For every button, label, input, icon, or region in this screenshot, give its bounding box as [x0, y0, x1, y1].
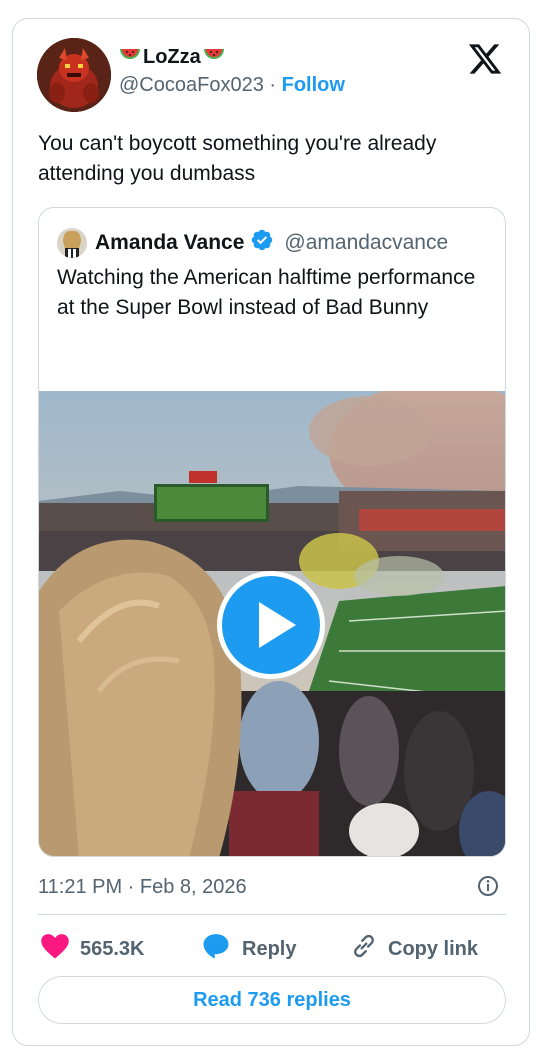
- x-logo-icon[interactable]: [467, 41, 503, 77]
- reply-bubble-icon: [200, 931, 232, 967]
- quoted-tweet[interactable]: Amanda Vance @amandacvance Watching the …: [38, 207, 506, 857]
- quoted-tweet-text: Watching the American halftime performan…: [57, 266, 476, 319]
- reply-label: Reply: [242, 937, 297, 960]
- author-avatar[interactable]: [37, 38, 111, 112]
- watermelon-icon: [119, 43, 141, 71]
- handle-separator: ·: [269, 74, 282, 96]
- author-handle[interactable]: @CocoaFox023: [119, 74, 264, 96]
- verified-badge-icon: [250, 228, 274, 257]
- author-handle-row: @CocoaFox023 · Follow: [119, 71, 345, 99]
- info-icon[interactable]: [477, 875, 499, 897]
- video-thumbnail[interactable]: [39, 391, 505, 856]
- link-icon: [350, 932, 378, 966]
- like-button[interactable]: 565.3K: [40, 931, 145, 967]
- like-count: 565.3K: [80, 937, 145, 960]
- reply-button[interactable]: Reply: [200, 931, 296, 967]
- author-display-name[interactable]: LoZza: [119, 43, 345, 71]
- play-button[interactable]: [217, 571, 325, 679]
- author-info: LoZza @CocoaFox023 · Follow: [119, 43, 345, 99]
- follow-button[interactable]: Follow: [282, 74, 345, 96]
- quoted-author-avatar[interactable]: [57, 228, 87, 258]
- divider: [38, 914, 506, 915]
- copy-link-button[interactable]: Copy link: [350, 931, 478, 967]
- action-bar: 565.3K Reply Copy link: [38, 931, 506, 967]
- heart-icon: [40, 932, 70, 966]
- quoted-author-handle[interactable]: @amandacvance: [284, 231, 448, 255]
- copy-link-label: Copy link: [388, 937, 479, 960]
- quoted-header: Amanda Vance @amandacvance: [95, 228, 448, 257]
- watermelon-icon: [203, 43, 225, 71]
- read-replies-button[interactable]: Read 736 replies: [38, 976, 506, 1024]
- tweet-embed-card: LoZza @CocoaFox023 · Follow You can't bo…: [12, 18, 530, 1046]
- author-name-text: LoZza: [143, 46, 201, 68]
- tweet-text: You can't boycott something you're alrea…: [38, 132, 437, 185]
- tweet-timestamp[interactable]: 11:21 PM · Feb 8, 2026: [38, 873, 247, 901]
- quoted-author-name[interactable]: Amanda Vance: [95, 231, 244, 255]
